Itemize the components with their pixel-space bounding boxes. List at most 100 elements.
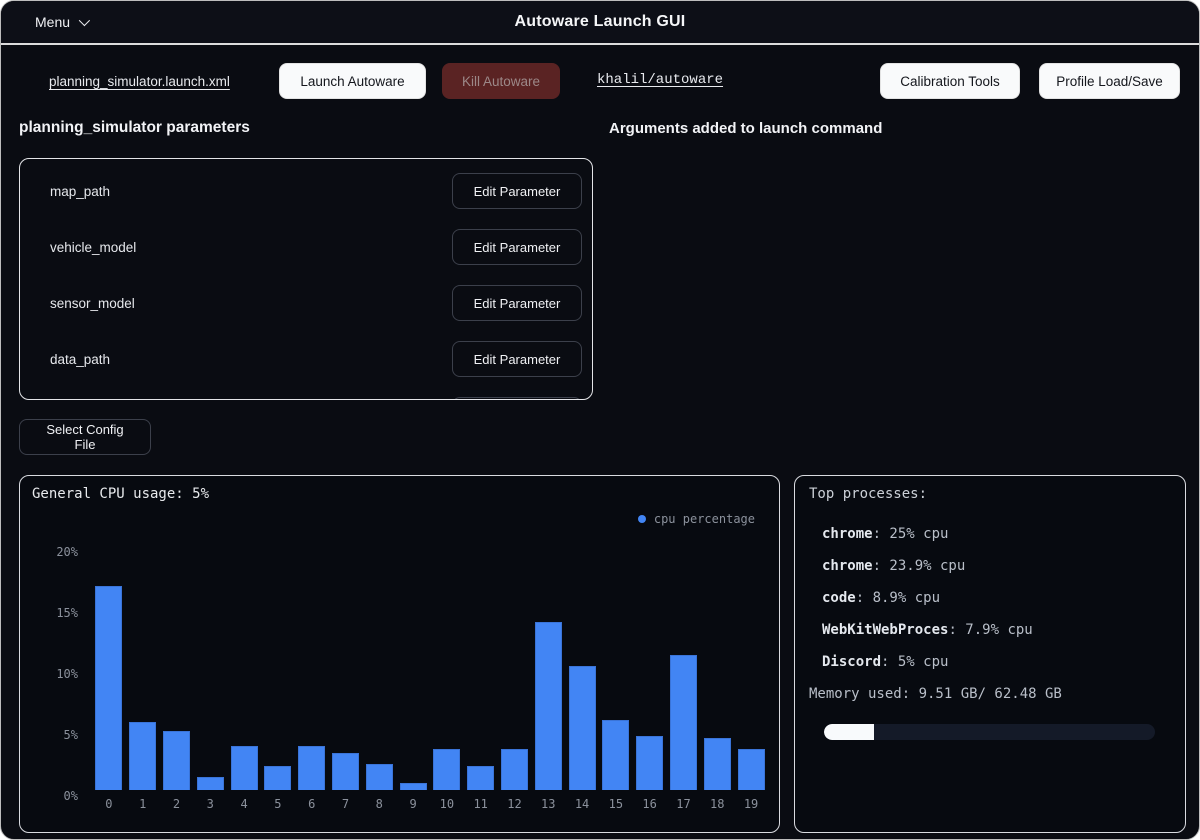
- process-usage: : 23.9% cpu: [873, 558, 966, 574]
- x-axis-label: 9: [396, 797, 430, 811]
- edit-parameter-button[interactable]: Edit Parameter: [452, 229, 582, 265]
- process-name: WebKitWebProces: [822, 622, 948, 638]
- bar-slot: 13: [531, 540, 565, 790]
- bar-slot: 12: [498, 540, 532, 790]
- menu-button[interactable]: Menu: [35, 14, 87, 30]
- bar-slot: 17: [667, 540, 701, 790]
- bar-slot: 19: [734, 540, 768, 790]
- edit-parameter-button[interactable]: Edit Parameter: [452, 173, 582, 209]
- y-axis-tick: 5%: [34, 728, 78, 742]
- x-axis-label: 0: [92, 797, 126, 811]
- y-axis-tick: 10%: [34, 667, 78, 681]
- cpu-bar[interactable]: [95, 586, 122, 790]
- cpu-bar[interactable]: [501, 749, 528, 790]
- parameter-row: Edit Parameter: [50, 397, 582, 400]
- cpu-bar[interactable]: [264, 766, 291, 790]
- bar-slot: 18: [700, 540, 734, 790]
- cpu-bar[interactable]: [231, 746, 258, 790]
- calibration-tools-button[interactable]: Calibration Tools: [880, 63, 1020, 99]
- bar-slot: 5: [261, 540, 295, 790]
- cpu-bar[interactable]: [433, 749, 460, 790]
- cpu-bar[interactable]: [197, 777, 224, 790]
- launch-file-link[interactable]: planning_simulator.launch.xml: [49, 74, 230, 89]
- cpu-bar[interactable]: [602, 720, 629, 790]
- process-usage: : 25% cpu: [873, 526, 949, 542]
- x-axis-label: 1: [126, 797, 160, 811]
- app-window: Menu Autoware Launch GUI planning_simula…: [0, 0, 1200, 840]
- x-axis-label: 17: [667, 797, 701, 811]
- x-axis-label: 2: [160, 797, 194, 811]
- cpu-bar[interactable]: [129, 722, 156, 790]
- parameter-name: map_path: [50, 184, 110, 199]
- process-name: code: [822, 590, 856, 606]
- parameter-row: data_path Edit Parameter: [50, 341, 582, 377]
- bar-slot: 8: [362, 540, 396, 790]
- cpu-bar[interactable]: [738, 749, 765, 790]
- x-axis-label: 11: [464, 797, 498, 811]
- cpu-bar[interactable]: [670, 655, 697, 790]
- bar-slot: 4: [227, 540, 261, 790]
- memory-progress-bar: [824, 724, 1155, 740]
- bar-slot: 0: [92, 540, 126, 790]
- parameter-list: map_pathEdit Parametervehicle_modelEdit …: [50, 173, 582, 400]
- legend-dot-icon: [638, 515, 646, 523]
- repo-link[interactable]: khalil/autoware: [597, 72, 723, 88]
- cpu-bar[interactable]: [332, 753, 359, 790]
- x-axis-label: 15: [599, 797, 633, 811]
- cpu-bar[interactable]: [535, 622, 562, 790]
- process-name: chrome: [822, 526, 873, 542]
- kill-autoware-button[interactable]: Kill Autoware: [442, 63, 560, 99]
- x-axis-label: 5: [261, 797, 295, 811]
- x-axis-label: 7: [329, 797, 363, 811]
- process-usage: : 7.9% cpu: [948, 622, 1032, 638]
- bar-slot: 11: [464, 540, 498, 790]
- process-row: Discord: 5% cpu: [822, 646, 1033, 678]
- cpu-bar[interactable]: [366, 764, 393, 790]
- memory-progress-fill: [824, 724, 874, 740]
- app-title: Autoware Launch GUI: [1, 13, 1199, 31]
- bar-slot: 6: [295, 540, 329, 790]
- cpu-chart-panel: General CPU usage: 5% cpu percentage 0%5…: [19, 475, 780, 833]
- cpu-bar[interactable]: [704, 738, 731, 790]
- bar-plot: 012345678910111213141516171819: [92, 540, 768, 790]
- launch-autoware-button[interactable]: Launch Autoware: [279, 63, 426, 99]
- cpu-bar[interactable]: [298, 746, 325, 790]
- y-axis-tick: 20%: [34, 545, 78, 559]
- bar-slot: 10: [430, 540, 464, 790]
- legend-label: cpu percentage: [654, 512, 755, 526]
- edit-parameter-button[interactable]: Edit Parameter: [452, 397, 582, 400]
- edit-parameter-button[interactable]: Edit Parameter: [452, 341, 582, 377]
- bar-slot: 2: [160, 540, 194, 790]
- chart-legend: cpu percentage: [638, 512, 755, 526]
- bar-slot: 14: [565, 540, 599, 790]
- arguments-heading: Arguments added to launch command: [609, 120, 882, 137]
- parameter-panel: map_pathEdit Parametervehicle_modelEdit …: [19, 158, 593, 400]
- profile-load-save-button[interactable]: Profile Load/Save: [1039, 63, 1180, 99]
- parameter-row: sensor_modelEdit Parameter: [50, 285, 582, 321]
- parameter-name: data_path: [50, 352, 110, 367]
- x-axis-label: 18: [700, 797, 734, 811]
- cpu-bar[interactable]: [467, 766, 494, 790]
- process-list: chrome: 25% cpuchrome: 23.9% cpucode: 8.…: [822, 518, 1033, 678]
- cpu-bar[interactable]: [400, 783, 427, 790]
- system-stats-panel: Top processes: chrome: 25% cpuchrome: 23…: [794, 475, 1186, 833]
- bar-slot: 15: [599, 540, 633, 790]
- x-axis-label: 19: [734, 797, 768, 811]
- menu-label: Menu: [35, 14, 70, 30]
- x-axis-label: 16: [633, 797, 667, 811]
- process-row: code: 8.9% cpu: [822, 582, 1033, 614]
- parameter-row: map_path Edit Parameter: [50, 173, 582, 209]
- top-processes-heading: Top processes:: [809, 486, 927, 502]
- process-name: chrome: [822, 558, 873, 574]
- cpu-bar[interactable]: [569, 666, 596, 790]
- bar-slot: 16: [633, 540, 667, 790]
- x-axis-label: 12: [498, 797, 532, 811]
- select-config-file-button[interactable]: Select Config File: [19, 419, 151, 455]
- cpu-bar[interactable]: [636, 736, 663, 790]
- x-axis-label: 3: [193, 797, 227, 811]
- process-row: WebKitWebProces: 7.9% cpu: [822, 614, 1033, 646]
- memory-used-label: Memory used: 9.51 GB/ 62.48 GB: [809, 686, 1062, 702]
- process-row: chrome: 23.9% cpu: [822, 550, 1033, 582]
- edit-parameter-button[interactable]: Edit Parameter: [452, 285, 582, 321]
- cpu-bar[interactable]: [163, 731, 190, 790]
